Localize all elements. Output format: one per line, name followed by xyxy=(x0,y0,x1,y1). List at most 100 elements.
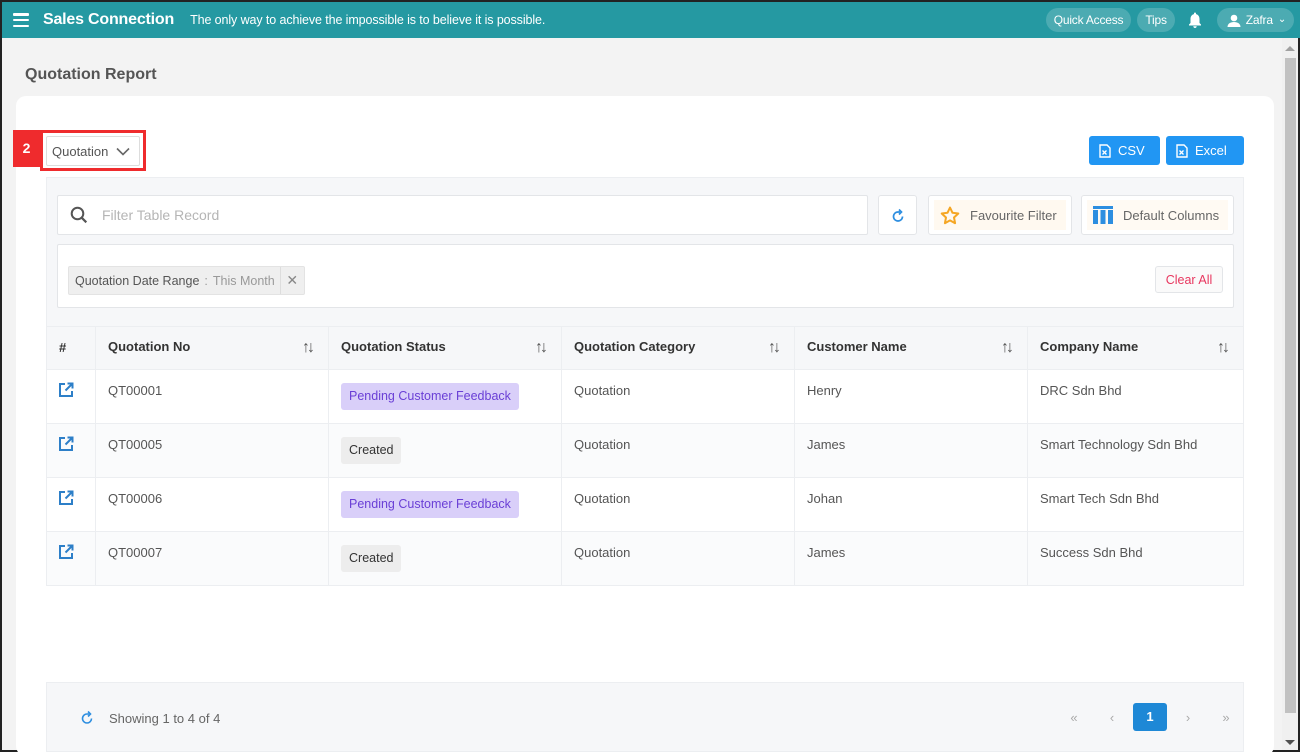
quotation-no-cell[interactable]: QT00001 xyxy=(95,368,329,423)
default-columns-label: Default Columns xyxy=(1123,207,1220,223)
refresh-icon[interactable] xyxy=(80,710,94,725)
previous-page-button[interactable]: ‹ xyxy=(1095,710,1129,725)
table-row: QT00007 Created Quotation James Success Sdn … xyxy=(46,530,1244,585)
filter-chip-value: This Month xyxy=(212,273,275,288)
filter-chip-separator: : xyxy=(204,273,208,288)
export-csv-button[interactable]: CSV xyxy=(1089,136,1160,165)
column-header-label: Quotation Status xyxy=(341,338,446,354)
open-external-icon[interactable] xyxy=(58,544,74,560)
sort-icon[interactable]: ↑↓ xyxy=(535,339,548,357)
sort-icon[interactable]: ↑↓ xyxy=(1001,339,1014,357)
column-header-company-name[interactable]: Company Name ↑↓ xyxy=(1027,327,1244,369)
customer-name-cell: Henry xyxy=(794,368,1028,423)
favourite-filter-label: Favourite Filter xyxy=(970,207,1057,223)
app-title[interactable]: Sales Connection xyxy=(43,11,174,29)
quotation-no-cell[interactable]: QT00005 xyxy=(95,422,329,477)
quotation-no-cell[interactable]: QT00006 xyxy=(95,476,329,531)
sort-icon[interactable]: ↑↓ xyxy=(302,339,315,357)
filter-chip-label: Quotation Date Range xyxy=(75,273,200,288)
search-icon xyxy=(70,206,88,224)
chevron-down-icon xyxy=(116,147,130,156)
user-menu[interactable]: Zafra ⌄ xyxy=(1216,8,1294,32)
quotation-table: # Quotation No ↑↓ Quotation Status ↑↓ Quot… xyxy=(46,327,1244,586)
report-type-selected: Quotation xyxy=(52,143,109,159)
file-excel-icon xyxy=(1099,143,1111,158)
first-page-button[interactable]: « xyxy=(1057,710,1091,725)
quotation-no-cell[interactable]: QT00007 xyxy=(95,530,329,585)
quotation-status-cell: Created xyxy=(328,422,562,477)
quotation-category-cell: Quotation xyxy=(561,368,795,423)
scroll-thumb[interactable] xyxy=(1285,58,1296,713)
open-external-icon[interactable] xyxy=(58,490,74,506)
company-name-cell: Success Sdn Bhd xyxy=(1027,530,1244,585)
column-header-label: Company Name xyxy=(1040,338,1139,354)
customer-name-cell: Johan xyxy=(794,476,1028,531)
export-excel-label: Excel xyxy=(1195,143,1227,158)
tagline: The only way to achieve the impossible i… xyxy=(190,13,546,27)
quotation-status-cell: Created xyxy=(328,530,562,585)
star-icon xyxy=(940,206,960,224)
close-icon[interactable]: ✕ xyxy=(279,267,304,294)
open-external-icon[interactable] xyxy=(58,382,74,398)
quotation-category-cell: Quotation xyxy=(561,476,795,531)
columns-icon xyxy=(1093,206,1113,224)
table-footer: Showing 1 to 4 of 4 « ‹ 1 › » xyxy=(46,682,1244,752)
export-excel-button[interactable]: Excel xyxy=(1166,136,1244,165)
quick-access-button[interactable]: Quick Access xyxy=(1045,8,1132,32)
status-badge: Created xyxy=(341,436,402,464)
status-badge: Pending Customer Feedback xyxy=(341,382,519,410)
active-filters-box: Quotation Date Range : This Month ✕ Clea… xyxy=(57,244,1234,308)
column-header-quotation-status[interactable]: Quotation Status ↑↓ xyxy=(328,327,562,369)
quotation-category-cell: Quotation xyxy=(561,530,795,585)
column-header-label: Quotation Category xyxy=(574,338,696,354)
user-icon xyxy=(1227,14,1241,27)
chevron-down-icon: ⌄ xyxy=(1277,14,1286,25)
table-row: QT00006 Pending Customer Feedback Quotatio… xyxy=(46,476,1244,531)
quotation-status-cell: Pending Customer Feedback xyxy=(328,476,562,531)
edit-cell xyxy=(46,422,96,477)
company-name-cell: Smart Tech Sdn Bhd xyxy=(1027,476,1244,531)
hamburger-icon[interactable] xyxy=(13,13,29,27)
favourite-filter-button[interactable]: Favourite Filter xyxy=(928,195,1072,235)
column-header-index: # xyxy=(46,327,96,369)
quotation-status-cell: Pending Customer Feedback xyxy=(328,368,562,423)
bell-icon[interactable] xyxy=(1187,11,1203,29)
pagination: « ‹ 1 › » xyxy=(1053,703,1243,731)
export-csv-label: CSV xyxy=(1118,143,1145,158)
filter-chip[interactable]: Quotation Date Range : This Month ✕ xyxy=(68,266,305,295)
column-header-label: Customer Name xyxy=(807,338,907,354)
table-row: QT00001 Pending Customer Feedback Quotatio… xyxy=(46,368,1244,423)
column-header-customer-name[interactable]: Customer Name ↑↓ xyxy=(794,327,1028,369)
edit-cell xyxy=(46,368,96,423)
search-field[interactable] xyxy=(57,195,868,235)
column-header-quotation-category[interactable]: Quotation Category ↑↓ xyxy=(561,327,795,369)
report-type-select[interactable]: Quotation xyxy=(46,136,140,166)
page-scrollbar[interactable] xyxy=(1282,38,1298,750)
annotation-marker: 2 xyxy=(13,130,40,167)
customer-name-cell: James xyxy=(794,530,1028,585)
sort-icon[interactable]: ↑↓ xyxy=(1217,339,1230,357)
status-badge: Created xyxy=(341,544,402,572)
last-page-button[interactable]: » xyxy=(1209,710,1243,725)
refresh-button[interactable] xyxy=(878,195,917,235)
refresh-icon xyxy=(892,208,903,222)
file-excel-icon xyxy=(1176,143,1188,158)
company-name-cell: DRC Sdn Bhd xyxy=(1027,368,1244,423)
column-header-quotation-no[interactable]: Quotation No ↑↓ xyxy=(95,327,329,369)
showing-records-text: Showing 1 to 4 of 4 xyxy=(109,711,221,726)
clear-all-button[interactable]: Clear All xyxy=(1155,266,1223,293)
default-columns-button[interactable]: Default Columns xyxy=(1081,195,1234,235)
tips-button[interactable]: Tips xyxy=(1137,8,1175,32)
scroll-up-arrow-icon[interactable] xyxy=(1285,46,1295,51)
page-button-current[interactable]: 1 xyxy=(1133,703,1167,731)
sort-icon[interactable]: ↑↓ xyxy=(768,339,781,357)
open-external-icon[interactable] xyxy=(58,436,74,452)
edit-cell xyxy=(46,476,96,531)
page-title: Quotation Report xyxy=(25,66,157,83)
next-page-button[interactable]: › xyxy=(1171,710,1205,725)
edit-cell xyxy=(46,530,96,585)
company-name-cell: Smart Technology Sdn Bhd xyxy=(1027,422,1244,477)
table-row: QT00005 Created Quotation James Smart Techno… xyxy=(46,422,1244,477)
scroll-down-arrow-icon[interactable] xyxy=(1285,740,1295,745)
search-input[interactable] xyxy=(102,207,802,223)
